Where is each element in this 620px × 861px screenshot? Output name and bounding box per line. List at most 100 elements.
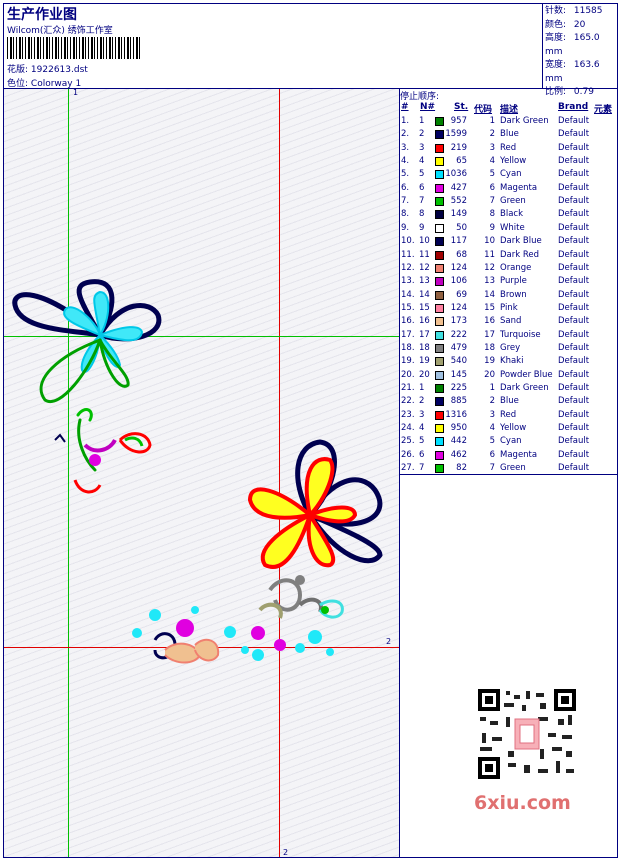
row-stitches: 219 bbox=[450, 142, 467, 153]
row-index: 16. bbox=[401, 316, 415, 327]
color-swatch bbox=[435, 250, 444, 260]
table-row[interactable]: 20. 20 Powder Blue Default 145 20 bbox=[400, 369, 618, 382]
table-row[interactable]: 22. 2 Blue Default 885 2 bbox=[400, 395, 618, 408]
row-stitches: 222 bbox=[450, 329, 467, 340]
color-swatch bbox=[435, 130, 444, 140]
row-brand: Default bbox=[558, 236, 590, 247]
color-swatch bbox=[435, 464, 444, 474]
table-row[interactable]: 12. 12 Orange Default 124 12 bbox=[400, 262, 618, 275]
row-stitches: 82 bbox=[456, 463, 467, 474]
row-stitches: 69 bbox=[456, 289, 467, 300]
row-index: 20. bbox=[401, 369, 415, 380]
color-swatch bbox=[435, 384, 444, 393]
table-row[interactable]: 7. 7 Green Default 552 7 bbox=[400, 195, 618, 208]
row-code: 7 bbox=[489, 463, 495, 474]
row-index: 25. bbox=[401, 436, 415, 447]
table-row[interactable]: 26. 6 Magenta Default 462 6 bbox=[400, 449, 618, 462]
row-stitches: 145 bbox=[450, 369, 467, 380]
col-desc: 描述 bbox=[500, 105, 519, 115]
table-row[interactable]: 23. 3 Red Default 1316 3 bbox=[400, 409, 618, 422]
table-row[interactable]: 19. 19 Khaki Default 540 19 bbox=[400, 355, 618, 368]
row-stitches: 442 bbox=[450, 436, 467, 447]
row-n: 7 bbox=[419, 463, 425, 474]
row-desc: Black bbox=[500, 209, 523, 220]
table-row[interactable]: 24. 4 Yellow Default 950 4 bbox=[400, 422, 618, 435]
row-desc: Magenta bbox=[500, 449, 538, 460]
row-code: 5 bbox=[489, 436, 495, 447]
row-code: 19 bbox=[484, 356, 495, 367]
row-stitches: 117 bbox=[450, 236, 467, 247]
row-n: 3 bbox=[419, 142, 425, 153]
embroidery-design bbox=[12, 279, 383, 664]
watermark-site: 6xiu.com bbox=[474, 792, 571, 814]
row-code: 2 bbox=[489, 129, 495, 140]
row-desc: Red bbox=[500, 409, 517, 420]
table-row[interactable]: 17. 17 Turquoise Default 222 17 bbox=[400, 329, 618, 342]
row-desc: Magenta bbox=[500, 182, 538, 193]
row-brand: Default bbox=[558, 396, 590, 407]
table-row[interactable]: 18. 18 Grey Default 479 18 bbox=[400, 342, 618, 355]
table-row[interactable]: 5. 5 Cyan Default 1036 5 bbox=[400, 168, 618, 181]
table-row[interactable]: 9. 9 White Default 50 9 bbox=[400, 222, 618, 235]
row-desc: Yellow bbox=[500, 423, 527, 434]
row-desc: Brown bbox=[500, 289, 527, 300]
row-code: 1 bbox=[489, 383, 495, 393]
row-index: 14. bbox=[401, 289, 415, 300]
qr-code bbox=[472, 683, 582, 793]
table-row[interactable]: 21. 1 Dark Green Default 225 1 bbox=[400, 382, 618, 395]
row-code: 17 bbox=[484, 329, 495, 340]
row-brand: Default bbox=[558, 116, 590, 126]
row-brand: Default bbox=[558, 129, 590, 140]
row-desc: Dark Green bbox=[500, 383, 549, 393]
row-index: 7. bbox=[401, 196, 410, 207]
row-n: 4 bbox=[419, 423, 425, 434]
table-row[interactable]: 15. 15 Pink Default 124 15 bbox=[400, 302, 618, 315]
row-n: 13 bbox=[419, 276, 430, 287]
col-n: N# bbox=[420, 102, 436, 112]
color-swatch bbox=[435, 450, 444, 460]
stat-stitches: 针数: 11585 bbox=[545, 6, 603, 16]
row-desc: Yellow bbox=[500, 156, 527, 167]
row-desc: Orange bbox=[500, 262, 532, 273]
table-row[interactable]: 8. 8 Black Default 149 8 bbox=[400, 208, 618, 221]
table-row[interactable]: 1. 1 Dark Green Default 957 1 bbox=[400, 115, 618, 128]
row-brand: Default bbox=[558, 142, 590, 153]
row-n: 2 bbox=[419, 129, 425, 140]
color-swatch bbox=[435, 437, 444, 447]
row-n: 15 bbox=[419, 302, 430, 313]
row-brand: Default bbox=[558, 276, 590, 287]
color-swatch bbox=[435, 210, 444, 220]
col-index: # bbox=[401, 102, 409, 112]
row-code: 5 bbox=[489, 169, 495, 180]
table-row[interactable]: 10. 10 Dark Blue Default 117 10 bbox=[400, 235, 618, 248]
row-code: 7 bbox=[489, 196, 495, 207]
color-swatch bbox=[435, 303, 444, 313]
table-row[interactable]: 14. 14 Brown Default 69 14 bbox=[400, 289, 618, 302]
row-stitches: 462 bbox=[450, 449, 467, 460]
design-stats: 针数: 11585 颜色: 20 高度: 165.0 mm 宽度: 163.6 … bbox=[545, 5, 620, 100]
row-desc: Turquoise bbox=[500, 329, 541, 340]
row-stitches: 427 bbox=[450, 182, 467, 193]
table-row[interactable]: 2. 2 Blue Default 1599 2 bbox=[400, 128, 618, 141]
color-swatch bbox=[435, 317, 444, 327]
table-row[interactable]: 6. 6 Magenta Default 427 6 bbox=[400, 182, 618, 195]
table-row[interactable]: 25. 5 Cyan Default 442 5 bbox=[400, 435, 618, 448]
row-n: 14 bbox=[419, 289, 430, 300]
table-row[interactable]: 13. 13 Purple Default 106 13 bbox=[400, 275, 618, 288]
row-stitches: 106 bbox=[450, 276, 467, 287]
table-row[interactable]: 3. 3 Red Default 219 3 bbox=[400, 142, 618, 155]
row-stitches: 1316 bbox=[445, 409, 467, 420]
table-row[interactable]: 4. 4 Yellow Default 65 4 bbox=[400, 155, 618, 168]
big-flower-right bbox=[247, 439, 383, 569]
table-row[interactable]: 16. 16 Sand Default 173 16 bbox=[400, 315, 618, 328]
row-desc: Sand bbox=[500, 316, 522, 327]
col-elem: 元素 bbox=[594, 105, 613, 115]
row-index: 3. bbox=[401, 142, 410, 153]
row-code: 9 bbox=[489, 222, 495, 233]
row-desc: Green bbox=[500, 196, 526, 207]
table-row[interactable]: 11. 11 Dark Red Default 68 11 bbox=[400, 249, 618, 262]
row-n: 1 bbox=[419, 383, 425, 393]
row-n: 11 bbox=[419, 249, 430, 260]
color-swatch bbox=[435, 370, 444, 380]
stats-divider bbox=[542, 3, 543, 88]
